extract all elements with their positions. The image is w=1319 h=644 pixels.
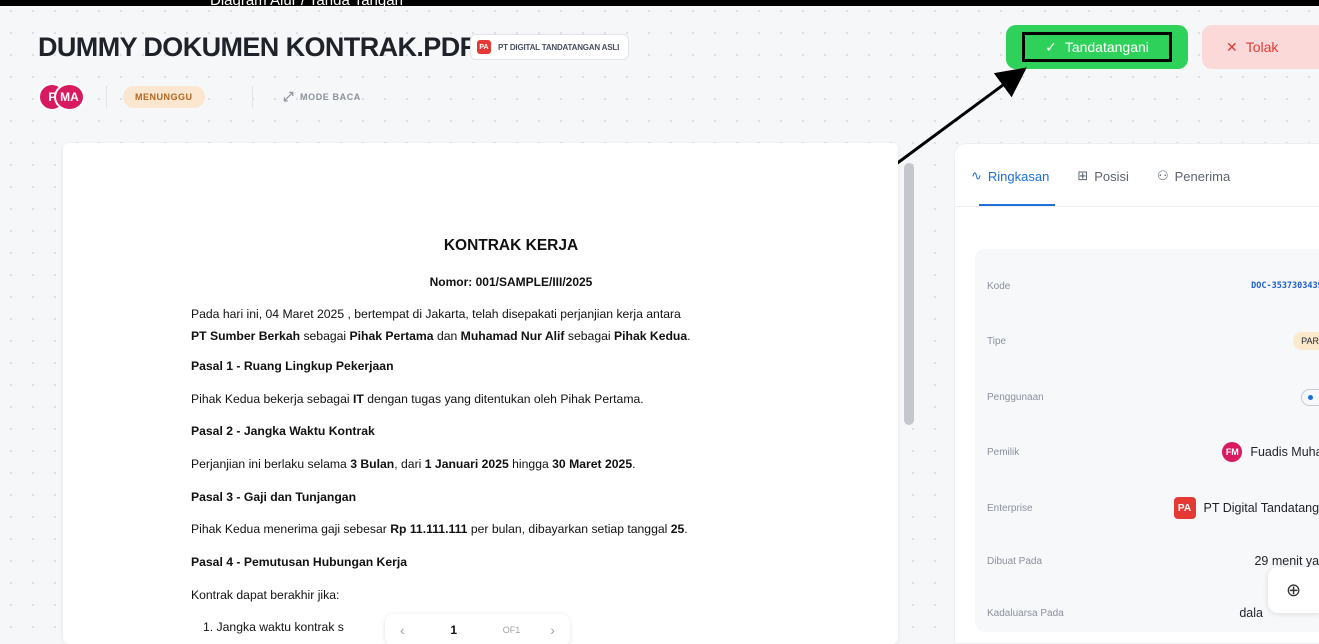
panel-tabs: ∿ Ringkasan ⊞ Posisi ⚇ Penerima [971, 168, 1230, 184]
row-label: Enterprise [987, 502, 1033, 514]
tab-penerima[interactable]: ⚇ Penerima [1157, 168, 1230, 184]
company-logo-icon: PA [1173, 497, 1196, 519]
tabs-divider [955, 206, 1319, 207]
list-item: 1. Jangka waktu kontrak s [203, 620, 344, 634]
row-label: Kadaluarsa Pada [987, 607, 1064, 619]
intro-line-2: PT Sumber Berkah sebagai Pihak Pertama d… [191, 329, 691, 343]
details-panel: ∿ Ringkasan ⊞ Posisi ⚇ Penerima Kode DOC… [954, 143, 1319, 644]
expand-icon: ⤢ [283, 89, 294, 104]
enterprise-value: PA PT Digital Tandatangan [1173, 497, 1319, 519]
document-scrollbar[interactable] [904, 163, 914, 425]
avatar: FM [1222, 442, 1243, 462]
usage-badge: S [1300, 388, 1319, 406]
sign-button-container: ✓ Tandatangani [1006, 25, 1188, 69]
pasal-2-text: Perjanjian ini berlaku selama 3 Bulan, d… [191, 457, 636, 471]
status-dot-icon [1307, 394, 1313, 400]
activity-icon: ∿ [971, 168, 982, 183]
document-code[interactable]: DOC-353730343937 [1251, 281, 1319, 291]
tab-label: Penerima [1174, 168, 1231, 184]
owner-value: FM Fuadis Muham [1222, 442, 1319, 462]
type-badge: PARA [1293, 332, 1319, 350]
pasal-3-text: Pihak Kedua menerima gaji sebesar Rp 11.… [191, 522, 688, 536]
reject-button[interactable]: ✕ Tolak [1202, 25, 1319, 69]
owner-chip[interactable]: PA PT DIGITAL TANDATANGAN ASLI [470, 34, 630, 60]
created-value: 29 menit yang [1254, 554, 1319, 568]
pasal-4-title: Pasal 4 - Pemutusan Hubungan Kerja [191, 555, 408, 569]
sign-button[interactable]: ✓ Tandatangani [1022, 32, 1172, 62]
row-label: Penggunaan [987, 391, 1044, 403]
top-frame-bar: Diagram Alur / Tanda Tangan [0, 0, 1319, 9]
expiry-value: dala [1239, 606, 1263, 620]
current-page-number[interactable]: 1 [435, 623, 473, 637]
row-enterprise: Enterprise PA PT Digital Tandatangan [987, 493, 1319, 523]
pasal-1-title: Pasal 1 - Ruang Lingkup Pekerjaan [191, 359, 394, 373]
tab-label: Posisi [1094, 168, 1129, 184]
tab-posisi[interactable]: ⊞ Posisi [1077, 168, 1129, 184]
row-penggunaan: Penggunaan S [987, 382, 1319, 412]
pasal-3-title: Pasal 3 - Gaji dan Tunjangan [191, 490, 357, 504]
divider [106, 86, 107, 108]
status-badge: MENUNGGU [123, 86, 205, 108]
read-mode-button[interactable]: ⤢ MODE BACA [283, 88, 361, 106]
row-label: Kode [987, 280, 1011, 292]
tab-ringkasan[interactable]: ∿ Ringkasan [971, 168, 1049, 184]
chevron-left-icon[interactable]: ‹ [400, 622, 405, 638]
avatar[interactable]: MA [54, 83, 85, 111]
pasal-4-text: Kontrak dapat berakhir jika: [191, 588, 340, 602]
page-total-label: OF1 [502, 625, 521, 635]
row-tipe: Tipe PARA [987, 326, 1319, 356]
owner-chip-label: PT DIGITAL TANDATANGAN ASLI [498, 42, 620, 52]
document-title: DUMMY DOKUMEN KONTRAK.PDF [38, 32, 476, 62]
company-logo-icon: PA [477, 40, 491, 54]
intro-line-1: Pada hari ini, 04 Maret 2025 , bertempat… [191, 307, 681, 321]
row-pemilik: Pemilik FM Fuadis Muham [987, 437, 1319, 467]
users-icon: ⚇ [1156, 168, 1169, 183]
row-label: Dibuat Pada [987, 555, 1043, 567]
document-number: Nomor: 001/SAMPLE/III/2025 [429, 275, 593, 289]
globe-icon[interactable]: ⊕ [1268, 567, 1319, 613]
chevron-right-icon[interactable]: › [550, 622, 555, 638]
page-navigator: ‹ 1 OF1 › [385, 614, 570, 644]
tab-label: Ringkasan [987, 168, 1050, 184]
read-mode-label: MODE BACA [300, 92, 361, 102]
sign-button-label: Tandatangani [1064, 39, 1149, 55]
pasal-1-text: Pihak Kedua bekerja sebagai IT dengan tu… [191, 392, 644, 406]
document-heading: KONTRAK KERJA [443, 237, 579, 254]
divider [252, 86, 253, 108]
clipped-top-text: Diagram Alur / Tanda Tangan [210, 0, 403, 9]
row-label: Tipe [987, 335, 1007, 347]
document-page[interactable]: KONTRAK KERJA Nomor: 001/SAMPLE/III/2025… [63, 143, 898, 644]
row-kode: Kode DOC-353730343937 [987, 271, 1319, 301]
reject-button-label: Tolak [1245, 39, 1279, 55]
signer-avatars[interactable]: F MA [38, 83, 98, 111]
close-icon: ✕ [1226, 38, 1238, 55]
row-label: Pemilik [987, 446, 1020, 458]
grid-icon: ⊞ [1077, 168, 1089, 183]
pasal-2-title: Pasal 2 - Jangka Waktu Kontrak [191, 424, 375, 438]
check-icon: ✓ [1045, 38, 1057, 55]
